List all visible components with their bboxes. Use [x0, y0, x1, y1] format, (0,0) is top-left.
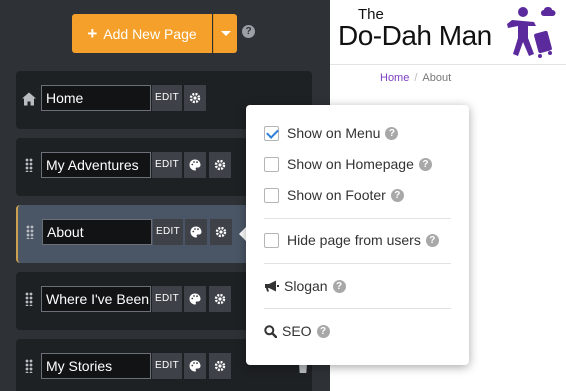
- palette-icon: [190, 226, 202, 238]
- site-logo: The Do-Dah Man: [338, 4, 560, 60]
- show-on-footer-label: Show on Footer: [287, 187, 386, 203]
- megaphone-icon: [264, 280, 279, 292]
- gear-icon: [214, 159, 226, 171]
- breadcrumb-separator: /: [414, 72, 418, 84]
- breadcrumb-current: About: [422, 72, 452, 84]
- palette-icon: [189, 159, 201, 171]
- show-on-homepage-option[interactable]: Show on Homepage ?: [264, 156, 432, 172]
- add-new-page-button[interactable]: + Add New Page: [72, 14, 212, 53]
- design-button[interactable]: [185, 219, 207, 245]
- settings-button[interactable]: [209, 353, 231, 379]
- add-new-page-label: Add New Page: [103, 25, 197, 42]
- search-icon: [264, 324, 277, 338]
- divider: [264, 308, 451, 309]
- page-name-field[interactable]: Where I've Been: [41, 286, 151, 312]
- logo-text-main: Do-Dah Man: [338, 20, 492, 51]
- drag-grip-icon[interactable]: [25, 158, 33, 172]
- drag-grip-icon[interactable]: [25, 359, 33, 373]
- design-button[interactable]: [184, 286, 206, 312]
- palette-icon: [189, 360, 201, 372]
- seo-option[interactable]: SEO ?: [264, 323, 330, 339]
- question-icon[interactable]: ?: [418, 157, 432, 171]
- slogan-label: Slogan: [284, 278, 328, 294]
- drag-grip-icon[interactable]: [25, 292, 33, 306]
- question-icon[interactable]: ?: [242, 25, 255, 38]
- seo-label: SEO: [282, 323, 312, 339]
- edit-button[interactable]: EDIT: [153, 219, 183, 245]
- palette-icon: [189, 293, 201, 305]
- show-on-menu-option[interactable]: Show on Menu ?: [264, 125, 399, 141]
- traveler-logo-icon: [507, 7, 556, 58]
- show-on-footer-checkbox[interactable]: [264, 187, 279, 203]
- breadcrumb-home-link[interactable]: Home: [380, 72, 409, 84]
- drag-grip-icon[interactable]: [26, 225, 34, 239]
- plus-icon: +: [87, 24, 98, 43]
- home-icon: [22, 92, 36, 106]
- question-icon[interactable]: ?: [316, 324, 330, 338]
- question-icon[interactable]: ?: [332, 279, 346, 293]
- show-on-menu-label: Show on Menu: [287, 125, 381, 141]
- page-name-field[interactable]: My Adventures: [41, 152, 151, 178]
- gear-icon: [215, 226, 227, 238]
- gear-icon: [214, 360, 226, 372]
- settings-button[interactable]: [184, 85, 206, 111]
- hide-from-users-option[interactable]: Hide page from users ?: [264, 232, 439, 248]
- page-name-field[interactable]: My Stories: [41, 353, 151, 379]
- divider: [264, 263, 451, 264]
- question-icon[interactable]: ?: [385, 126, 399, 140]
- settings-button[interactable]: [209, 286, 231, 312]
- add-page-dropdown-button[interactable]: [213, 14, 237, 53]
- design-button[interactable]: [184, 152, 206, 178]
- page-settings-popover: Show on Menu ? Show on Homepage ? Show o…: [246, 105, 469, 365]
- design-button[interactable]: [184, 353, 206, 379]
- gear-icon: [189, 92, 201, 104]
- edit-button[interactable]: EDIT: [152, 85, 182, 111]
- show-on-footer-option[interactable]: Show on Footer ?: [264, 187, 404, 203]
- slogan-option[interactable]: Slogan ?: [264, 278, 346, 294]
- edit-button[interactable]: EDIT: [152, 152, 182, 178]
- edit-button[interactable]: EDIT: [152, 353, 182, 379]
- show-on-homepage-checkbox[interactable]: [264, 156, 279, 172]
- page-name-field[interactable]: Home: [41, 85, 151, 111]
- divider: [264, 218, 451, 219]
- hide-from-users-checkbox[interactable]: [264, 232, 279, 248]
- edit-button[interactable]: EDIT: [152, 286, 182, 312]
- settings-button[interactable]: [210, 219, 232, 245]
- settings-button[interactable]: [209, 152, 231, 178]
- gear-icon: [214, 293, 226, 305]
- caret-down-icon: [220, 31, 231, 36]
- question-icon[interactable]: ?: [425, 233, 439, 247]
- show-on-menu-checkbox[interactable]: [264, 125, 279, 141]
- page-name-field[interactable]: About: [42, 219, 152, 245]
- hide-from-users-label: Hide page from users: [287, 232, 421, 248]
- show-on-homepage-label: Show on Homepage: [287, 156, 414, 172]
- breadcrumb: Home / About: [380, 72, 451, 84]
- question-icon[interactable]: ?: [390, 188, 404, 202]
